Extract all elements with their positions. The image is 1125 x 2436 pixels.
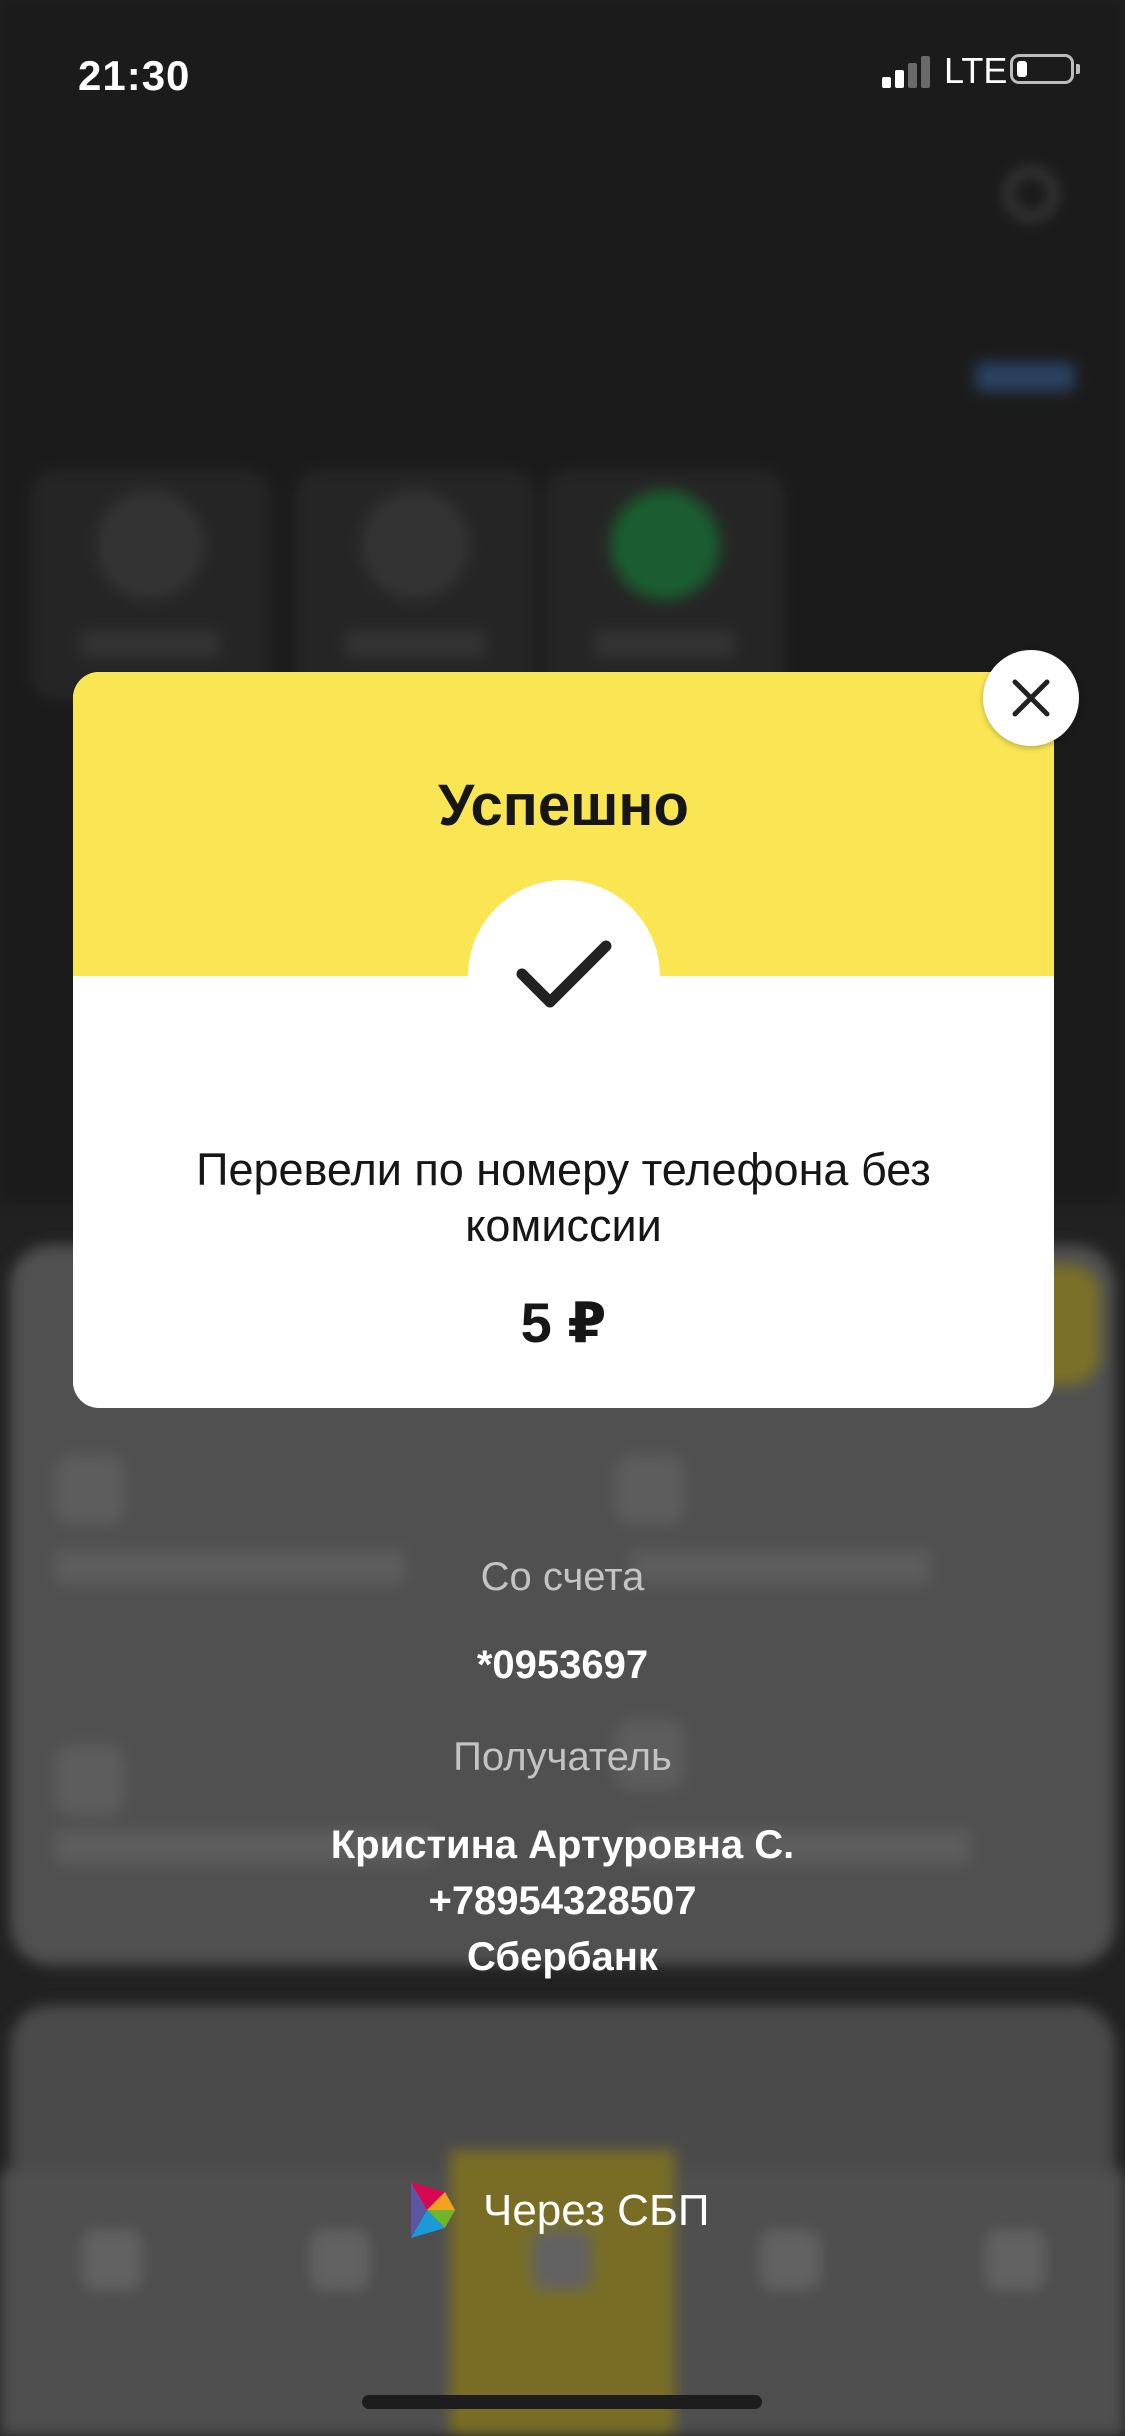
signal-bar (882, 77, 891, 88)
sbp-logo-icon (411, 2182, 455, 2238)
transfer-amount: 5 ₽ (520, 1291, 607, 1354)
close-button[interactable] (983, 650, 1079, 746)
cellular-signal-icon (882, 56, 934, 88)
close-icon (1012, 679, 1050, 717)
checkmark-icon (516, 940, 612, 1008)
recipient-label: Получатель (453, 1735, 672, 1779)
home-indicator[interactable] (362, 2395, 762, 2409)
from-account-number: *0953697 (476, 1643, 649, 1687)
recipient-name: Кристина Артуровна С. (330, 1823, 795, 1867)
dialog-title: Успешно (438, 773, 689, 838)
signal-bar (921, 56, 930, 88)
recipient-bank: Сбербанк (467, 1935, 658, 1979)
recipient-phone: +78954328507 (428, 1879, 697, 1923)
network-type: LTE (944, 50, 1008, 91)
battery-icon (1010, 54, 1080, 84)
battery-level (1017, 61, 1027, 77)
signal-bar (908, 63, 917, 88)
status-time: 21:30 (78, 52, 191, 99)
signal-bar (895, 70, 904, 88)
from-account-label: Со счета (480, 1555, 645, 1599)
dialog-message: Перевели по номеру телефона без комиссии (196, 1144, 931, 1251)
success-badge (468, 880, 660, 1072)
payment-system-label: Через СБП (483, 2186, 710, 2235)
success-dialog: Успешно Перевели по номеру телефона без … (73, 672, 1054, 1408)
